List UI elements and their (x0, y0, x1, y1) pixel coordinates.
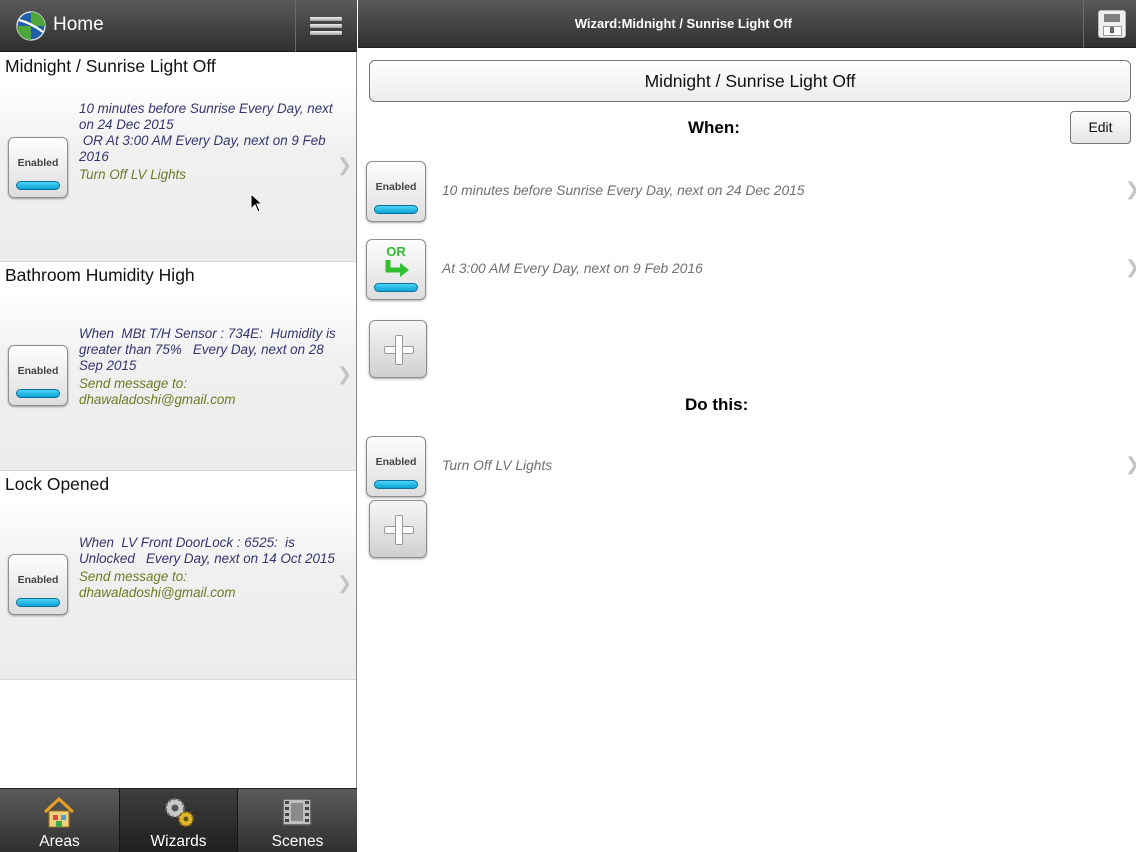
house-icon (43, 796, 75, 828)
wizard-title: Lock Opened (5, 474, 110, 494)
do-this-heading: Do this: (685, 395, 749, 414)
edit-button[interactable]: Edit (1070, 111, 1131, 144)
enabled-toggle-icon[interactable]: Enabled (366, 161, 426, 222)
badge-label: Enabled (17, 157, 59, 169)
chevron-right-icon: ❯ (1125, 179, 1136, 200)
or-label: OR (386, 244, 406, 259)
wizard-list-pane: Home Midnight / Sunrise Light Off Enable… (0, 0, 357, 852)
condition-text: 10 minutes before Sunrise Every Day, nex… (442, 183, 805, 198)
film-icon (282, 798, 312, 826)
condition-row[interactable]: Enabled 10 minutes before Sunrise Every … (366, 161, 1136, 223)
hamburger-menu-icon[interactable] (300, 4, 352, 48)
enabled-indicator-bar (16, 598, 60, 607)
add-condition-button[interactable] (369, 320, 427, 378)
home-label[interactable]: Home (53, 14, 104, 36)
chevron-right-icon: ❯ (1125, 257, 1136, 278)
action-text: Turn Off LV Lights (442, 458, 553, 473)
when-heading: When: (688, 118, 740, 137)
enabled-toggle-icon[interactable]: Enabled (366, 436, 426, 497)
bottom-tab-bar: Areas Wizards Scenes (0, 788, 357, 852)
enabled-toggle-icon[interactable]: Enabled (8, 345, 68, 406)
badge-label: Enabled (17, 574, 59, 586)
wizard-title: Bathroom Humidity High (5, 265, 195, 285)
wizard-description: 10 minutes before Sunrise Every Day, nex… (79, 101, 341, 183)
badge-label: Enabled (17, 365, 59, 377)
wizard-condition: When MBt T/H Sensor : 734E: Humidity is … (79, 326, 340, 373)
mouse-cursor-icon (250, 193, 264, 213)
enabled-indicator-bar (374, 480, 418, 489)
chevron-right-icon: ❯ (337, 573, 353, 593)
left-header-bar: Home (0, 0, 357, 52)
wizard-list-item[interactable]: Lock Opened Enabled When LV Front DoorLo… (0, 471, 356, 680)
wizard-list-item[interactable]: Midnight / Sunrise Light Off Enabled 10 … (0, 53, 356, 262)
wizard-action: Send message to: dhawaladoshi@gmail.com (79, 569, 236, 600)
wizard-action: Send message to: dhawaladoshi@gmail.com (79, 376, 236, 407)
wizard-name-field[interactable]: Midnight / Sunrise Light Off (369, 60, 1131, 102)
enabled-indicator-bar (16, 181, 60, 190)
wizard-title: Midnight / Sunrise Light Off (5, 56, 216, 76)
wizard-action: Turn Off LV Lights (79, 167, 186, 182)
header-divider (295, 0, 296, 52)
enabled-indicator-bar (374, 283, 418, 292)
badge-label: Enabled (375, 456, 417, 468)
header-divider (1083, 0, 1084, 48)
tab-areas[interactable]: Areas (0, 789, 119, 852)
wizard-description: When MBt T/H Sensor : 734E: Humidity is … (79, 326, 341, 408)
enabled-toggle-icon[interactable]: Enabled (8, 137, 68, 198)
chevron-right-icon: ❯ (1125, 454, 1136, 475)
wizard-description: When LV Front DoorLock : 6525: is Unlock… (79, 535, 341, 601)
arrow-turn-right-icon (385, 260, 409, 277)
tab-label: Scenes (271, 833, 324, 850)
enabled-toggle-icon[interactable]: Enabled (8, 554, 68, 615)
add-action-button[interactable] (369, 500, 427, 558)
gears-icon (165, 798, 194, 827)
wizard-condition: When LV Front DoorLock : 6525: is Unlock… (79, 535, 335, 566)
condition-row[interactable]: OR At 3:00 AM Every Day, next on 9 Feb 2… (366, 239, 1136, 301)
page-title: Wizard:Midnight / Sunrise Light Off (574, 16, 792, 31)
or-toggle-icon[interactable]: OR (366, 239, 426, 300)
tab-label: Wizards (150, 833, 207, 850)
globe-logo-icon (16, 11, 46, 41)
wizard-list-item[interactable]: Bathroom Humidity High Enabled When MBt … (0, 262, 356, 471)
condition-text: At 3:00 AM Every Day, next on 9 Feb 2016 (442, 261, 703, 276)
tab-wizards[interactable]: Wizards (119, 789, 238, 852)
enabled-indicator-bar (374, 205, 418, 214)
wizard-condition: 10 minutes before Sunrise Every Day, nex… (79, 101, 333, 164)
enabled-indicator-bar (16, 389, 60, 398)
badge-label: Enabled (375, 181, 417, 193)
tab-scenes[interactable]: Scenes (238, 789, 357, 852)
action-row[interactable]: Enabled Turn Off LV Lights ❯ (366, 436, 1136, 498)
wizard-detail-header: Wizard:Midnight / Sunrise Light Off (358, 0, 1136, 48)
tab-label: Areas (39, 833, 80, 850)
chevron-right-icon: ❯ (337, 364, 353, 384)
save-icon[interactable] (1098, 10, 1126, 38)
chevron-right-icon: ❯ (337, 155, 353, 175)
